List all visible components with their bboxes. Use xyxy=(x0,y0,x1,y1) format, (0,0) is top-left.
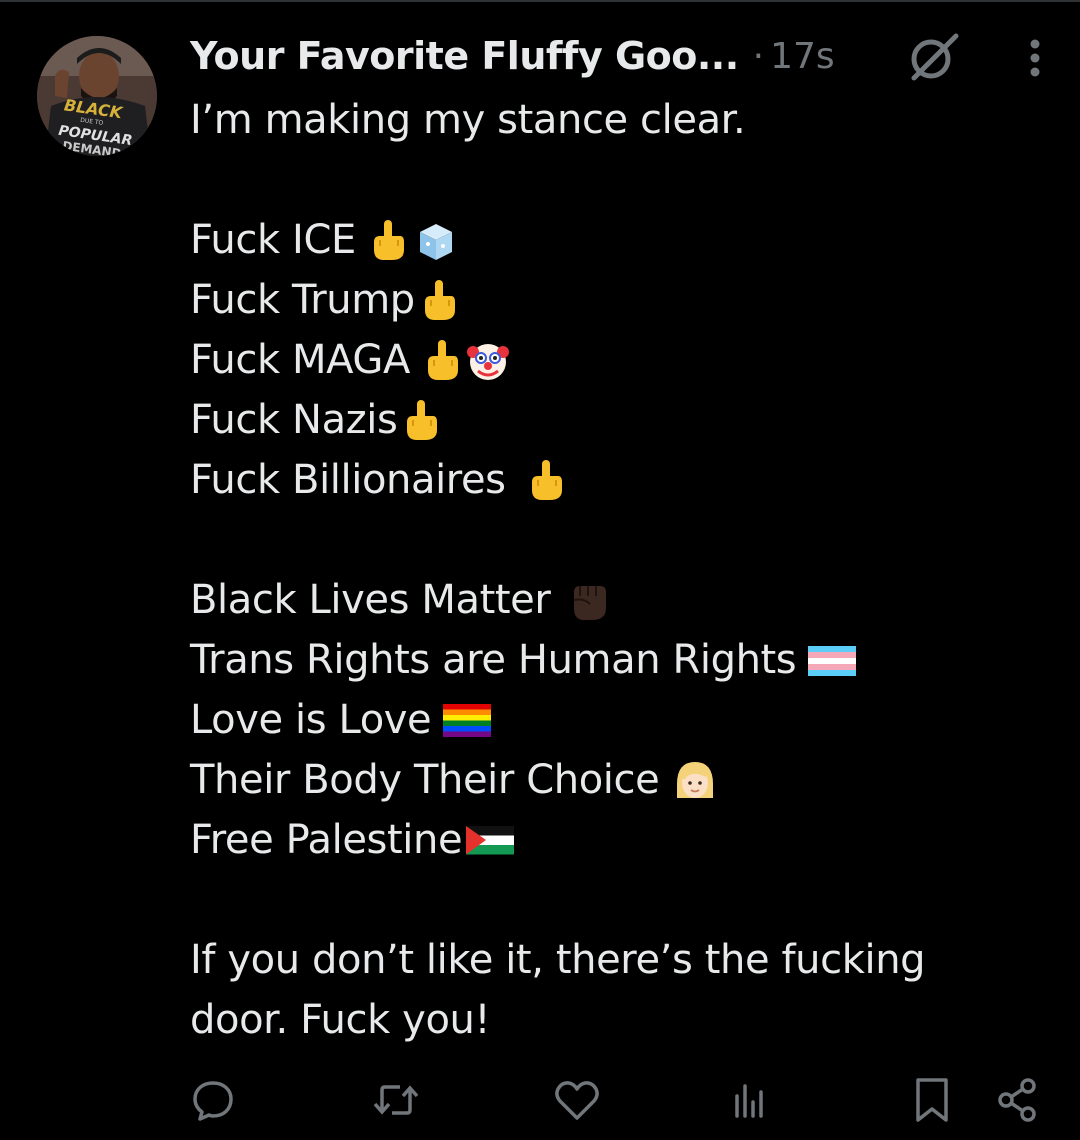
post-line: door. Fuck you! xyxy=(190,997,491,1043)
middle-finger-emoji xyxy=(420,338,464,382)
post-header: Your Favorite Fluffy Goo... · 17s xyxy=(190,28,835,84)
repost-icon[interactable] xyxy=(372,1072,420,1128)
top-divider xyxy=(0,0,1080,2)
views-icon[interactable] xyxy=(726,1072,774,1128)
like-icon[interactable] xyxy=(553,1072,601,1128)
post-line: Fuck ICE xyxy=(190,210,1050,270)
woman-face-emoji xyxy=(673,758,717,802)
post-line: Fuck Trump xyxy=(190,270,1050,330)
middle-finger-emoji xyxy=(524,458,568,502)
post-line: Free Palestine xyxy=(190,810,1050,870)
middle-finger-emoji xyxy=(399,398,443,442)
post-action-bar xyxy=(0,1072,1080,1128)
avatar[interactable]: BLACK DUE TO POPULAR DEMAND xyxy=(37,36,157,156)
post-line: Fuck MAGA xyxy=(190,330,1050,390)
palestine-flag-emoji xyxy=(464,818,516,862)
bookmark-icon[interactable] xyxy=(908,1072,956,1128)
post-line: Love is Love xyxy=(190,690,1050,750)
post-line: I’m making my stance clear. xyxy=(190,97,746,143)
header-separator: · xyxy=(752,35,765,77)
ice-cube-emoji xyxy=(412,218,456,262)
post-line: Fuck Billionaires xyxy=(190,450,1050,510)
share-icon[interactable] xyxy=(993,1072,1041,1128)
post-line: If you don’t like it, there’s the fuckin… xyxy=(190,937,926,983)
post-line: Black Lives Matter xyxy=(190,570,1050,630)
transgender-flag-emoji xyxy=(806,638,858,682)
reply-icon[interactable] xyxy=(189,1072,237,1128)
post-line: Trans Rights are Human Rights xyxy=(190,630,1050,690)
middle-finger-emoji xyxy=(366,218,410,262)
post-text: I’m making my stance clear. Fuck ICE Fuc… xyxy=(190,90,1050,1050)
rainbow-flag-emoji xyxy=(441,698,493,742)
post-line: Their Body Their Choice xyxy=(190,750,1050,810)
more-options-icon[interactable] xyxy=(1018,36,1052,80)
grok-icon[interactable] xyxy=(906,30,960,84)
avatar-image: BLACK DUE TO POPULAR DEMAND xyxy=(37,36,157,156)
middle-finger-emoji xyxy=(417,278,461,322)
post-line: Fuck Nazis xyxy=(190,390,1050,450)
clown-face-emoji xyxy=(466,338,510,382)
post-timestamp[interactable]: 17s xyxy=(770,36,835,77)
raised-fist-emoji xyxy=(566,578,610,622)
author-name[interactable]: Your Favorite Fluffy Goo... xyxy=(190,34,739,78)
